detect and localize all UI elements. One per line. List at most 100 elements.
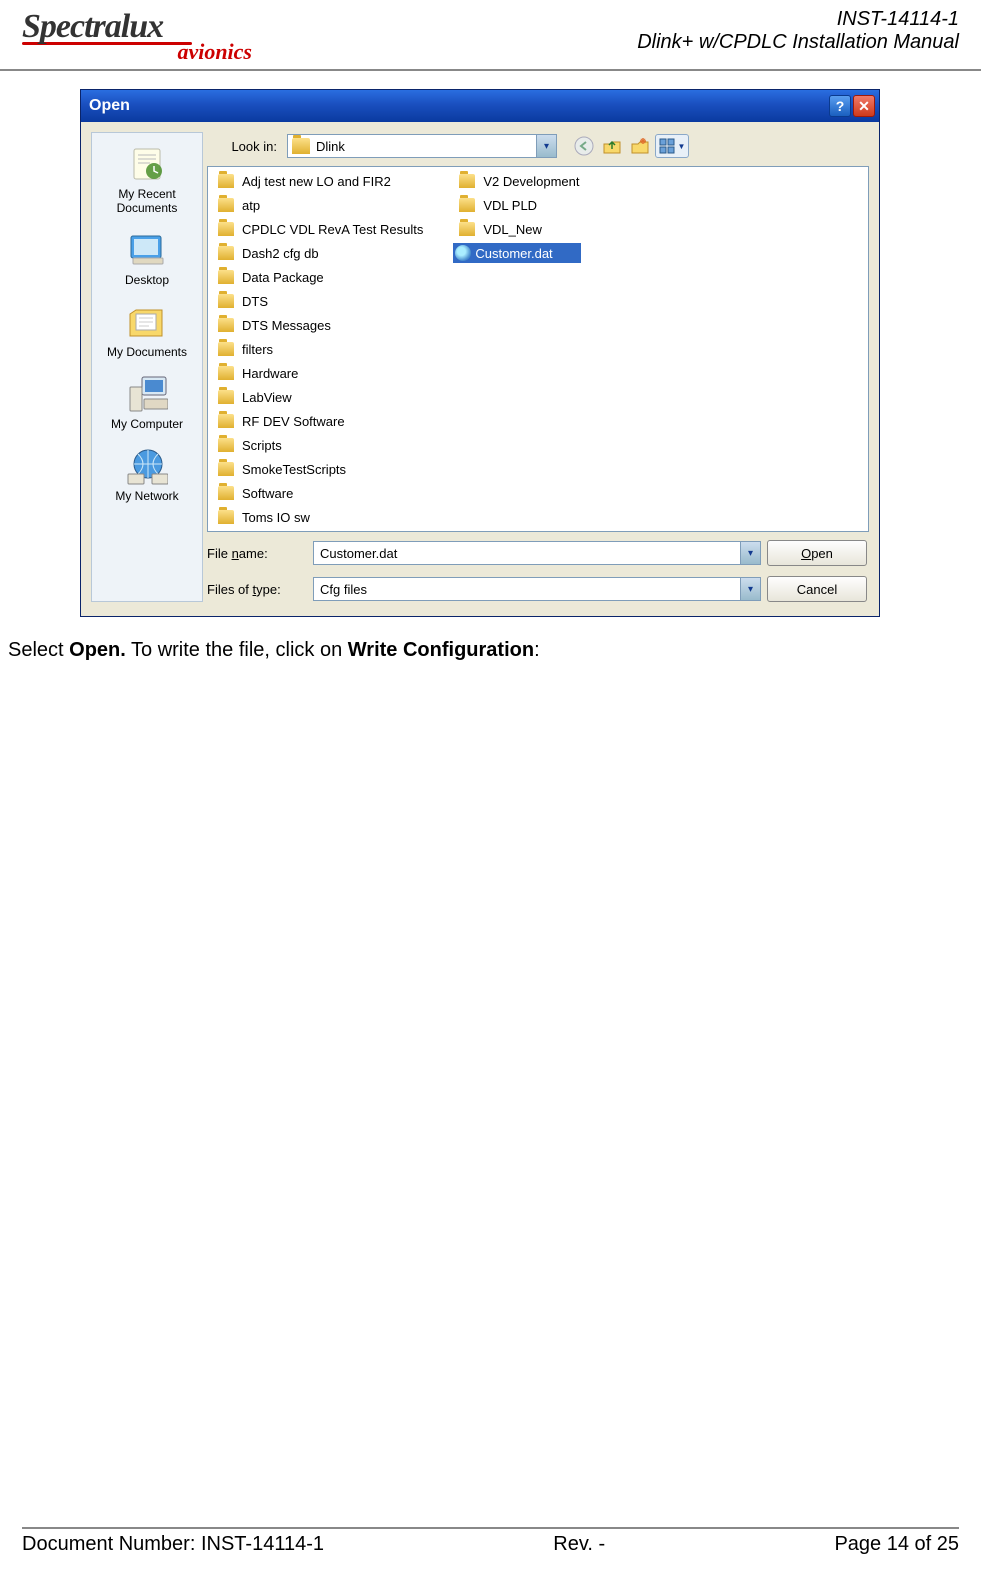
file-item-label: CPDLC VDL RevA Test Results [242,222,423,237]
file-item-label: LabView [242,390,292,405]
filetype-value: Cfg files [314,582,740,597]
file-item-label: Scripts [242,438,282,453]
close-icon: ✕ [858,98,870,115]
file-item-label: VDL PLD [483,198,537,213]
file-item[interactable]: VDL_New [453,219,581,239]
folder-icon [218,366,234,380]
doc-header-meta: INST-14114-1 Dlink+ w/CPDLC Installation… [637,8,959,54]
footer-page: Page 14 of 25 [834,1533,959,1556]
lookin-combo[interactable]: Dlink ▾ [287,134,557,158]
filetype-select[interactable]: Cfg files ▾ [313,577,761,601]
place-desktop[interactable]: Desktop [92,225,202,291]
file-item[interactable]: V2 Development [453,171,581,191]
computer-icon [126,373,168,415]
help-button[interactable]: ? [829,95,851,117]
open-button[interactable]: Open [767,540,867,566]
file-list[interactable]: Adj test new LO and FIR2 atp CPDLC VDL Rev… [207,166,869,532]
file-item-label: DTS Messages [242,318,331,333]
place-documents[interactable]: My Documents [92,297,202,363]
filename-input[interactable]: Customer.dat ▾ [313,541,761,565]
folder-icon [459,222,475,236]
folder-icon [218,294,234,308]
place-computer[interactable]: My Computer [92,369,202,435]
new-folder-button[interactable] [627,134,653,158]
lookin-value: Dlink [314,139,536,154]
instruction-text: Select Open. To write the file, click on… [8,639,973,662]
file-item[interactable]: Software [212,483,425,503]
file-item-label: Software [242,486,293,501]
place-recent[interactable]: My Recent Documents [92,139,202,219]
file-item-label: filters [242,342,273,357]
folder-icon [218,174,234,188]
folder-icon [218,438,234,452]
folder-icon [218,318,234,332]
dialog-titlebar[interactable]: Open ? ✕ [81,90,879,122]
file-item[interactable]: atp [212,195,425,215]
file-item[interactable]: Scripts [212,435,425,455]
file-item-label: RF DEV Software [242,414,345,429]
back-button[interactable] [571,134,597,158]
file-item[interactable]: Hardware [212,363,425,383]
footer-doc-number: Document Number: INST-14114-1 [22,1533,324,1556]
close-button[interactable]: ✕ [853,95,875,117]
folder-icon [459,198,475,212]
documents-icon [126,301,168,343]
file-item[interactable]: Customer.dat [453,243,581,263]
footer-revision: Rev. - [553,1533,605,1556]
filename-label: File name: [207,546,307,561]
place-label: My Recent Documents [92,187,202,215]
file-item-label: Dash2 cfg db [242,246,319,261]
folder-icon [218,198,234,212]
file-item-label: DTS [242,294,268,309]
file-item[interactable]: filters [212,339,425,359]
file-item-label: SmokeTestScripts [242,462,346,477]
folder-icon [218,246,234,260]
view-menu-button[interactable]: ▼ [655,134,689,158]
file-item[interactable]: Data Package [212,267,425,287]
folder-icon [459,174,475,188]
chevron-down-icon[interactable]: ▾ [740,542,760,564]
file-item[interactable]: Adj test new LO and FIR2 [212,171,425,191]
doc-id: INST-14114-1 [637,8,959,31]
filename-value: Customer.dat [314,546,740,561]
folder-icon [218,270,234,284]
dialog-title: Open [89,97,827,115]
file-item[interactable]: SmokeTestScripts [212,459,425,479]
place-network[interactable]: My Network [92,441,202,507]
file-item[interactable]: Toms IO sw [212,507,425,527]
recent-icon [126,143,168,185]
file-item[interactable]: Dash2 cfg db [212,243,425,263]
file-item-label: Data Package [242,270,324,285]
file-item[interactable]: CPDLC VDL RevA Test Results [212,219,425,239]
desktop-icon [126,229,168,271]
place-label: My Network [115,489,178,503]
chevron-down-icon[interactable]: ▾ [536,135,556,157]
place-label: My Computer [111,417,183,431]
folder-icon [218,222,234,236]
file-item[interactable]: VDL PLD [453,195,581,215]
chevron-down-icon[interactable]: ▾ [740,578,760,600]
file-item[interactable]: DTS Messages [212,315,425,335]
file-item-label: Toms IO sw [242,510,310,525]
lookin-label: Look in: [211,139,281,154]
folder-icon [218,390,234,404]
filetype-label: Files of type: [207,582,307,597]
cancel-button[interactable]: Cancel [767,576,867,602]
file-item[interactable]: LabView [212,387,425,407]
folder-icon [218,510,234,524]
page-header: Spectralux avionics INST-14114-1 Dlink+ … [0,0,981,71]
file-item[interactable]: RF DEV Software [212,411,425,431]
folder-icon [218,414,234,428]
file-item[interactable]: DTS [212,291,425,311]
places-bar: My Recent Documents Desktop My Documents [91,132,203,602]
network-icon [126,445,168,487]
up-button[interactable] [599,134,625,158]
folder-icon [218,486,234,500]
folder-icon [292,138,310,154]
file-item-label: V2 Development [483,174,579,189]
open-file-dialog: Open ? ✕ My Recent Documents Desktop [80,89,880,617]
file-item-label: atp [242,198,260,213]
place-label: Desktop [125,273,169,287]
company-logo: Spectralux avionics [22,8,252,65]
doc-title: Dlink+ w/CPDLC Installation Manual [637,31,959,54]
